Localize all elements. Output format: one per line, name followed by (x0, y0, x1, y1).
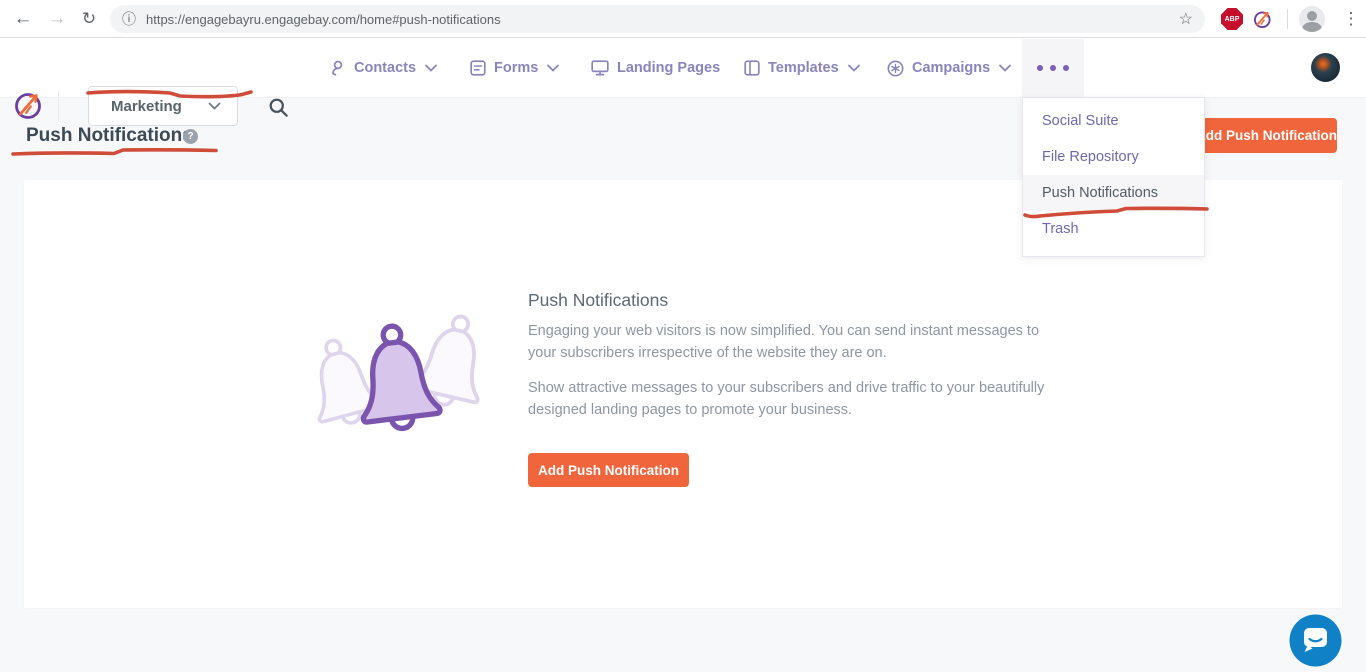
bookmark-star-icon[interactable]: ☆ (1179, 9, 1193, 29)
more-menu-icon (1050, 65, 1056, 71)
page-title: Push Notifications (26, 125, 193, 147)
address-bar[interactable]: ⓘ https://engagebayru.engagebay.com/home… (110, 5, 1205, 33)
profile-head-shape (1307, 11, 1317, 21)
intercom-chat-launcher[interactable] (1289, 614, 1342, 667)
monitor-icon (591, 60, 609, 76)
layout-icon (744, 60, 760, 76)
nav-item-label: Campaigns (912, 60, 990, 76)
profile-body-shape (1302, 22, 1322, 32)
help-icon[interactable]: ? (183, 129, 198, 144)
more-menu-icon (1063, 65, 1069, 71)
page-info-icon[interactable]: ⓘ (122, 9, 136, 29)
adblock-extension-icon[interactable]: ABP (1221, 8, 1243, 30)
url-text[interactable]: https://engagebayru.engagebay.com/home#p… (146, 12, 1169, 27)
menu-item-trash[interactable]: Trash (1023, 211, 1204, 247)
push-notification-bells-illustration (297, 302, 507, 462)
refresh-icon[interactable]: ↻ (74, 0, 104, 38)
nav-item-label: Templates (768, 60, 839, 76)
nav-item-label: Forms (494, 60, 538, 76)
chevron-down-icon (208, 102, 221, 111)
nav-item-label: Contacts (354, 60, 416, 76)
more-menu-button[interactable] (1022, 39, 1084, 97)
empty-state-paragraph-2: Show attractive messages to your subscri… (528, 378, 1068, 421)
more-menu-dropdown: Social Suite File Repository Push Notifi… (1022, 97, 1205, 257)
nav-item-forms[interactable]: Forms (470, 38, 560, 98)
engagebay-extension-icon[interactable] (1252, 8, 1274, 30)
empty-state-heading: Push Notifications (528, 290, 668, 311)
chat-bubble-icon (1304, 628, 1327, 647)
browser-profile-icon[interactable] (1299, 6, 1325, 32)
more-menu-icon (1037, 65, 1043, 71)
chevron-down-icon (847, 64, 861, 73)
chevron-down-icon (998, 64, 1012, 73)
nav-item-contacts[interactable]: Contacts (331, 38, 438, 98)
forward-icon[interactable]: → (42, 0, 72, 38)
nav-item-campaigns[interactable]: Campaigns (887, 38, 1012, 98)
menu-item-push-notifications[interactable]: Push Notifications (1023, 175, 1204, 211)
empty-state-paragraph-1: Engaging your web visitors is now simpli… (528, 321, 1068, 364)
back-icon[interactable]: ← (8, 0, 38, 38)
browser-toolbar: ← → ↻ ⓘ https://engagebayru.engagebay.co… (0, 0, 1366, 38)
chevron-down-icon (546, 64, 560, 73)
app-selector-marketing[interactable]: Marketing (88, 86, 238, 126)
search-icon[interactable] (264, 93, 292, 121)
add-push-notification-button-top[interactable]: Add Push Notification (1196, 118, 1337, 153)
nav-item-templates[interactable]: Templates (744, 38, 861, 98)
nav-item-landing-pages[interactable]: Landing Pages (591, 38, 720, 98)
nav-item-label: Landing Pages (617, 60, 720, 76)
engagebay-logo[interactable] (12, 88, 46, 122)
form-icon (470, 60, 486, 76)
app-selector-label: Marketing (111, 98, 182, 115)
campaign-burst-icon (887, 60, 904, 77)
browser-menu-icon[interactable]: ⋮ (1336, 0, 1366, 38)
add-push-notification-button[interactable]: Add Push Notification (528, 453, 689, 487)
menu-item-social-suite[interactable]: Social Suite (1023, 103, 1204, 139)
user-avatar[interactable] (1311, 53, 1340, 82)
nav-divider (58, 91, 59, 121)
chevron-down-icon (424, 64, 438, 73)
toolbar-divider (1287, 9, 1288, 29)
menu-item-file-repository[interactable]: File Repository (1023, 139, 1204, 175)
person-icon (331, 60, 346, 77)
